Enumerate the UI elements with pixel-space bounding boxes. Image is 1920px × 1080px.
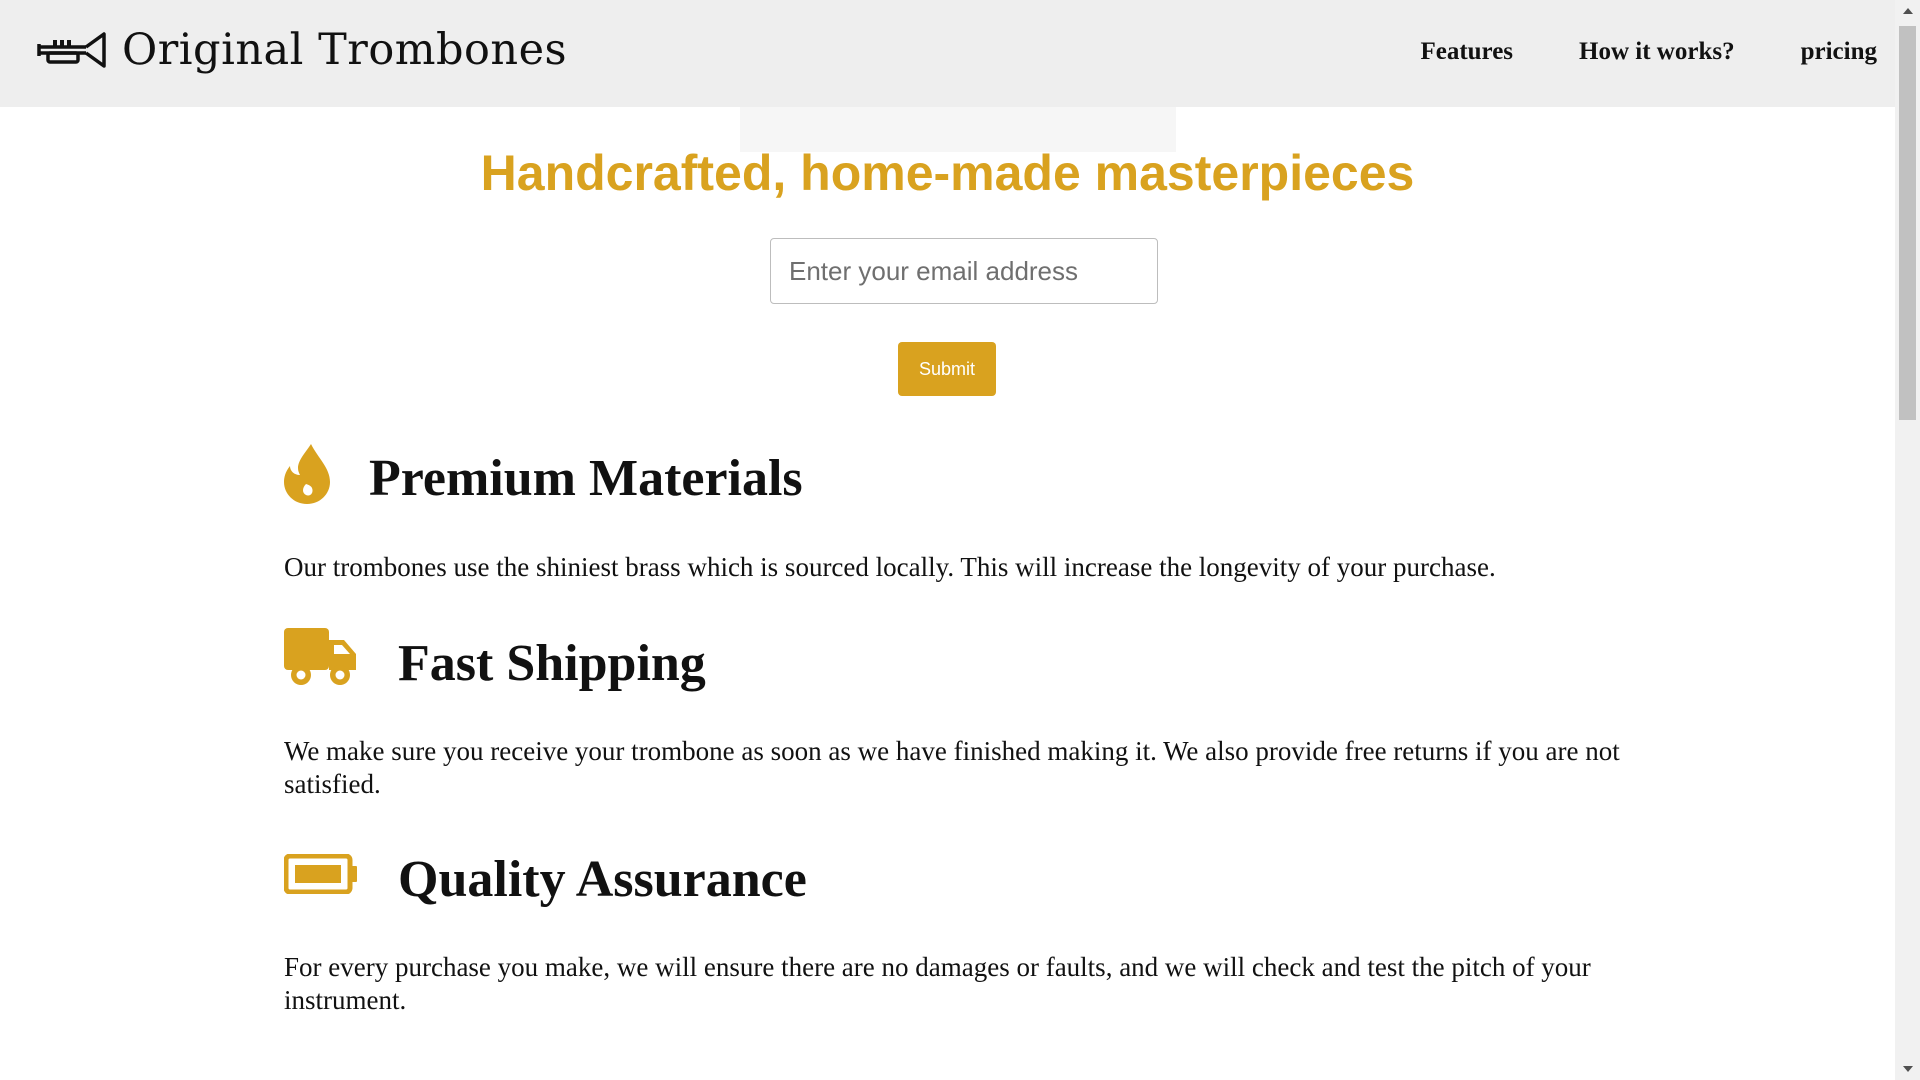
submit-button[interactable]: Submit	[898, 342, 996, 396]
vertical-scrollbar[interactable]	[1895, 0, 1920, 1080]
nav-link-how-it-works[interactable]: How it works?	[1579, 38, 1735, 66]
hero-title: Handcrafted, home-made masterpieces	[480, 145, 1415, 201]
landing-page: Original Trombones Features How it works…	[0, 0, 1920, 1080]
logo[interactable]: Original Trombones	[36, 22, 567, 78]
nav-link-features[interactable]: Features	[1420, 38, 1513, 66]
site-header: Original Trombones Features How it works…	[0, 0, 1895, 107]
scroll-down-arrow-icon[interactable]	[1903, 1066, 1913, 1072]
feature-title-quality-assurance: Quality Assurance	[398, 851, 807, 908]
battery-icon	[284, 854, 357, 894]
site-logo-text: Original Trombones	[122, 25, 568, 75]
fire-icon	[284, 444, 330, 504]
feature-desc-quality-assurance: For every purchase you make, we will ens…	[284, 952, 1591, 1015]
feature-title-fast-shipping: Fast Shipping	[398, 635, 706, 692]
truck-icon	[284, 628, 356, 685]
feature-desc-premium-materials: Our trombones use the shiniest brass whi…	[284, 552, 1496, 582]
feature-title-premium-materials: Premium Materials	[369, 450, 803, 507]
main-nav: Features How it works? pricing	[1420, 38, 1877, 66]
scroll-up-arrow-icon[interactable]	[1903, 8, 1913, 14]
email-input[interactable]	[770, 238, 1158, 304]
nav-link-pricing[interactable]: pricing	[1801, 38, 1877, 66]
feature-desc-fast-shipping: We make sure you receive your trombone a…	[284, 736, 1620, 799]
trumpet-icon	[37, 32, 106, 68]
scrollbar-thumb[interactable]	[1899, 26, 1916, 420]
